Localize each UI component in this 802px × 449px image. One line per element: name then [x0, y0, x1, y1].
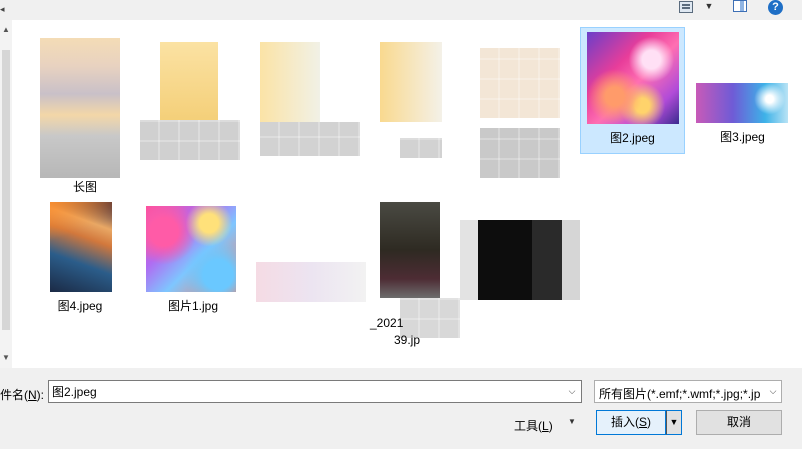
file-item[interactable]: 图3.jpeg — [690, 27, 795, 154]
file-type-filter[interactable]: 所有图片(*.emf;*.wmf;*.jpg;*.jp ⌵ — [594, 380, 782, 403]
file-name: 图2.jpeg — [610, 131, 655, 145]
chevron-down-icon[interactable]: ⌵ — [565, 384, 579, 398]
file-thumbnail — [260, 122, 360, 156]
file-item[interactable]: 图片1.jpg — [138, 198, 248, 318]
file-thumbnail — [587, 32, 679, 124]
top-toolbar: ◂ ▼ ? — [0, 0, 802, 20]
file-item[interactable]: 图4.jpeg — [30, 198, 130, 318]
scroll-left-arrow-icon[interactable]: ◂ — [0, 0, 12, 20]
file-item[interactable] — [140, 38, 240, 178]
file-thumbnail — [140, 120, 240, 160]
scrollbar-thumb[interactable] — [2, 50, 10, 330]
file-name: 图4.jpeg — [57, 299, 103, 313]
file-item[interactable] — [256, 248, 366, 308]
file-list-view[interactable]: ▲ ▼ 长图 图2.jpeg 图3.jpeg 图4.jpeg 图片1.jpg _… — [0, 20, 802, 368]
file-thumbnail — [400, 138, 442, 158]
file-item[interactable] — [476, 38, 566, 188]
tools-menu-button[interactable]: 工具(L) — [514, 417, 553, 434]
file-thumbnail — [50, 202, 112, 292]
file-thumbnail — [146, 206, 236, 292]
file-item[interactable]: _2021 39.jp — [364, 200, 464, 350]
folder-icon — [160, 42, 218, 122]
file-thumbnail — [380, 202, 440, 298]
file-thumbnail — [480, 128, 560, 178]
file-item[interactable] — [378, 38, 478, 178]
file-name: 图片1.jpg — [167, 299, 219, 313]
file-thumbnail — [480, 48, 560, 118]
file-item[interactable]: 长图 — [38, 38, 132, 208]
insert-dropdown-icon[interactable]: ▼ — [666, 410, 682, 435]
file-name: 长图 — [72, 180, 97, 194]
file-name: 图3.jpeg — [720, 130, 765, 144]
file-item[interactable] — [258, 38, 360, 178]
file-thumbnail — [460, 220, 580, 300]
file-type-filter-value: 所有图片(*.emf;*.wmf;*.jpg;*.jp — [599, 387, 761, 401]
filename-input[interactable] — [49, 381, 559, 402]
filename-label: 件名(N): — [0, 388, 45, 402]
file-item-selected[interactable]: 图2.jpeg — [580, 27, 685, 154]
cancel-button[interactable]: 取消 — [696, 410, 782, 435]
dialog-footer: 件名(N): ⌵ 所有图片(*.emf;*.wmf;*.jpg;*.jp ⌵ 工… — [0, 368, 802, 449]
chevron-down-icon[interactable]: ▼ — [703, 0, 715, 14]
list-view-icon[interactable] — [679, 1, 693, 13]
insert-button[interactable]: 插入(S) — [596, 410, 666, 435]
file-name: _2021 — [370, 316, 404, 330]
folder-icon — [260, 42, 320, 122]
filename-field[interactable]: ⌵ — [48, 380, 582, 403]
folder-icon — [380, 42, 442, 122]
file-thumbnail — [696, 83, 788, 123]
file-thumbnail — [256, 262, 366, 302]
file-thumbnail — [40, 38, 120, 178]
file-name-line2: 39.jp — [394, 333, 421, 347]
file-thumbnail — [400, 298, 460, 338]
help-icon[interactable]: ? — [768, 0, 783, 15]
vertical-scrollbar[interactable]: ▲ ▼ — [0, 20, 12, 368]
scroll-up-arrow-icon[interactable]: ▲ — [0, 24, 12, 36]
scroll-down-arrow-icon[interactable]: ▼ — [0, 352, 12, 364]
caret-down-icon[interactable]: ▼ — [568, 417, 576, 426]
chevron-down-icon[interactable]: ⌵ — [765, 381, 781, 402]
file-item[interactable] — [460, 220, 580, 320]
preview-pane-icon[interactable] — [733, 0, 747, 12]
